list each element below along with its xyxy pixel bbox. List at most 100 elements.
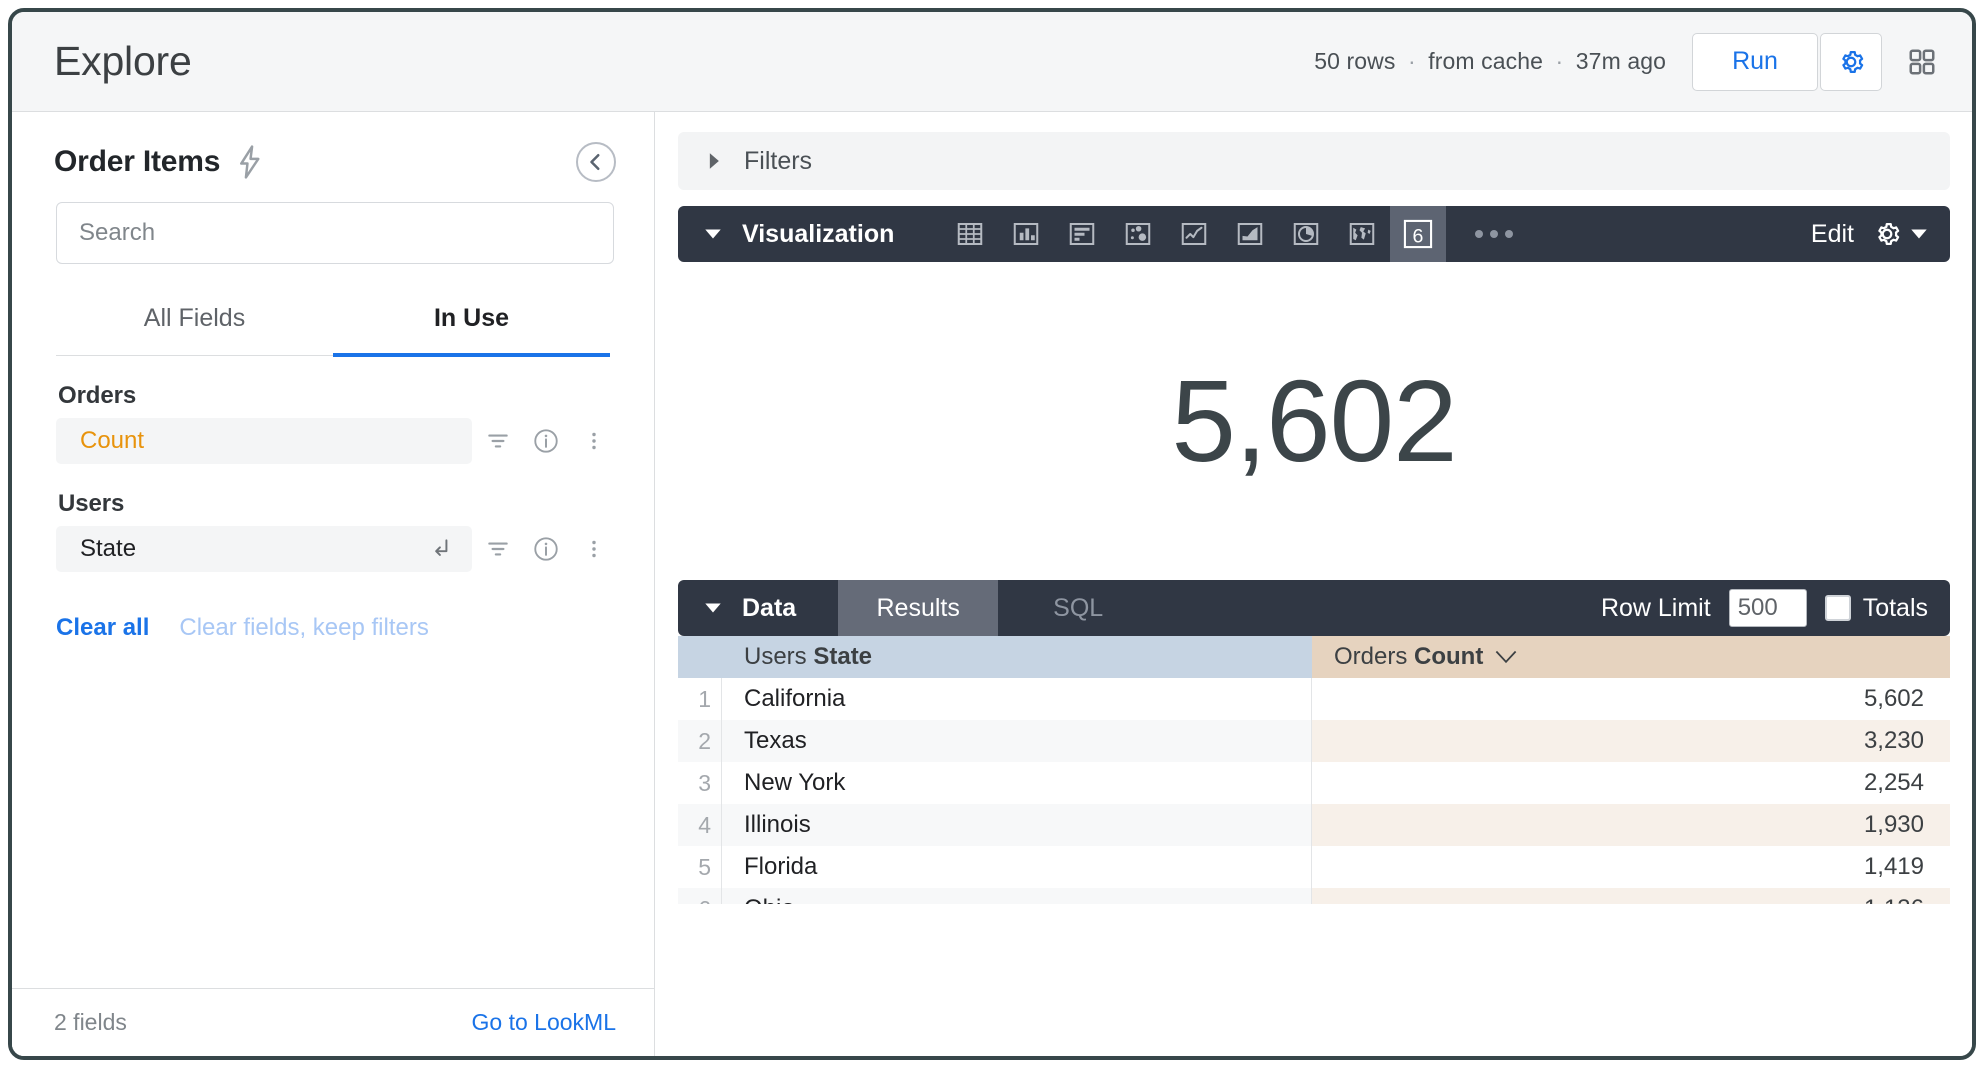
field-row-state: State — [56, 526, 616, 572]
filter-button-state[interactable] — [476, 526, 520, 572]
table-row[interactable]: 5Florida1,419 — [678, 846, 1950, 888]
column-header-users-state[interactable]: Users State — [722, 636, 1312, 678]
clear-fields-keep-filters-link[interactable]: Clear fields, keep filters — [179, 614, 428, 642]
table-row[interactable]: 6Ohio1,136 — [678, 888, 1950, 904]
cell-users-state[interactable]: Florida — [722, 846, 1312, 888]
run-settings-button[interactable] — [1820, 33, 1882, 91]
cell-users-state[interactable]: Texas — [722, 720, 1312, 762]
run-button[interactable]: Run — [1692, 33, 1818, 91]
overflow-menu-state[interactable] — [572, 526, 616, 572]
line-chart-icon[interactable] — [1166, 206, 1222, 262]
search-input[interactable] — [56, 202, 614, 264]
field-picker-sidebar: Order Items All Fields In Use Orders Cou… — [12, 112, 655, 1056]
edit-button[interactable]: Edit — [1811, 220, 1854, 249]
cell-orders-count[interactable]: 3,230 — [1312, 720, 1950, 762]
column-field-name: State — [813, 643, 872, 671]
row-index: 3 — [678, 762, 722, 804]
field-tabs: All Fields In Use — [56, 296, 610, 356]
pivot-icon — [428, 536, 454, 562]
info-button-state[interactable] — [524, 526, 568, 572]
row-index: 1 — [678, 678, 722, 720]
collapse-sidebar-button[interactable] — [576, 142, 616, 182]
tab-results[interactable]: Results — [838, 580, 998, 636]
cell-orders-count[interactable]: 1,419 — [1312, 846, 1950, 888]
field-group-orders: Orders — [12, 356, 654, 418]
table-row[interactable]: 2Texas3,230 — [678, 720, 1950, 762]
single-value-visualization: 5,602 — [678, 262, 1950, 580]
header-actions: 50 rows · from cache · 37m ago Run — [1314, 33, 1950, 91]
go-to-lookml-link[interactable]: Go to LookML — [472, 1009, 616, 1036]
cell-users-state[interactable]: Ohio — [722, 888, 1312, 904]
results-table-container[interactable]: Users State Orders Count 1California5,60… — [678, 636, 1950, 904]
svg-text:6: 6 — [1413, 226, 1424, 248]
totals-checkbox[interactable] — [1825, 595, 1851, 621]
overflow-menu-icon — [583, 536, 605, 562]
table-row[interactable]: 3New York2,254 — [678, 762, 1950, 804]
cell-users-state[interactable]: New York — [722, 762, 1312, 804]
info-button-count[interactable] — [524, 418, 568, 464]
fields-count: 2 fields — [54, 1009, 127, 1036]
status-separator: · — [1402, 48, 1422, 74]
cell-orders-count[interactable]: 5,602 — [1312, 678, 1950, 720]
sidebar-header: Order Items — [12, 112, 654, 182]
cell-orders-count[interactable]: 1,930 — [1312, 804, 1950, 846]
row-count: 50 rows — [1314, 48, 1395, 74]
filter-icon — [485, 428, 511, 454]
scatter-plot-icon[interactable] — [1110, 206, 1166, 262]
row-limit-input[interactable] — [1729, 589, 1807, 627]
visualization-settings-button[interactable] — [1872, 219, 1928, 249]
column-chart-icon[interactable] — [998, 206, 1054, 262]
pivot-button-state[interactable] — [428, 536, 454, 562]
column-field-name-2: Count — [1414, 643, 1483, 670]
cell-users-state[interactable]: Illinois — [722, 804, 1312, 846]
data-label: Data — [742, 594, 796, 623]
visualization-toggle[interactable]: Visualization — [678, 220, 942, 249]
app-window: Explore 50 rows · from cache · 37m ago R… — [8, 8, 1976, 1060]
data-bar: Data Results SQL Row Limit Totals — [678, 580, 1950, 636]
bar-chart-icon[interactable] — [1054, 206, 1110, 262]
map-chart-icon[interactable] — [1334, 206, 1390, 262]
results-table: Users State Orders Count 1California5,60… — [678, 636, 1950, 904]
more-options-button[interactable] — [1446, 230, 1542, 238]
info-icon — [532, 427, 560, 455]
more-options-icon-2 — [1490, 230, 1498, 238]
dashboard-grid-icon — [1907, 47, 1937, 77]
filter-button-count[interactable] — [476, 418, 520, 464]
field-pill-state[interactable]: State — [56, 526, 472, 572]
overflow-menu-count[interactable] — [572, 418, 616, 464]
single-value-number: 5,602 — [1171, 354, 1456, 488]
data-toggle[interactable]: Data — [678, 580, 838, 636]
visualization-label: Visualization — [742, 220, 894, 249]
tab-in-use[interactable]: In Use — [333, 296, 610, 357]
totals-toggle[interactable]: Totals — [1825, 594, 1928, 623]
visualization-bar: Visualization — [678, 206, 1950, 262]
table-row[interactable]: 4Illinois1,930 — [678, 804, 1950, 846]
status-separator-2: · — [1550, 48, 1570, 74]
field-pill-count[interactable]: Count — [56, 418, 472, 464]
gear-icon — [1836, 47, 1866, 77]
table-body: 1California5,6022Texas3,2303New York2,25… — [678, 678, 1950, 904]
single-value-icon[interactable]: 6 — [1390, 206, 1446, 262]
table-viz-icon[interactable] — [942, 206, 998, 262]
column-header-orders-count[interactable]: Orders Count — [1312, 636, 1950, 678]
table-row[interactable]: 1California5,602 — [678, 678, 1950, 720]
info-icon — [532, 535, 560, 563]
dashboard-grid-button[interactable] — [1894, 33, 1950, 91]
chevron-down-icon — [1910, 228, 1928, 240]
tab-all-fields[interactable]: All Fields — [56, 296, 333, 357]
cell-orders-count[interactable]: 1,136 — [1312, 888, 1950, 904]
filter-icon — [485, 536, 511, 562]
row-limit-label: Row Limit — [1601, 594, 1711, 623]
row-index: 6 — [678, 888, 722, 904]
clear-all-link[interactable]: Clear all — [56, 614, 149, 642]
more-options-icon-3 — [1505, 230, 1513, 238]
cell-orders-count[interactable]: 2,254 — [1312, 762, 1950, 804]
totals-label: Totals — [1863, 594, 1928, 623]
area-chart-icon[interactable] — [1222, 206, 1278, 262]
lightning-bolt-icon[interactable] — [236, 145, 262, 179]
cell-users-state[interactable]: California — [722, 678, 1312, 720]
pie-chart-icon[interactable] — [1278, 206, 1334, 262]
more-options-icon — [1475, 230, 1483, 238]
filters-section[interactable]: Filters — [678, 132, 1950, 190]
tab-sql[interactable]: SQL — [998, 580, 1158, 636]
